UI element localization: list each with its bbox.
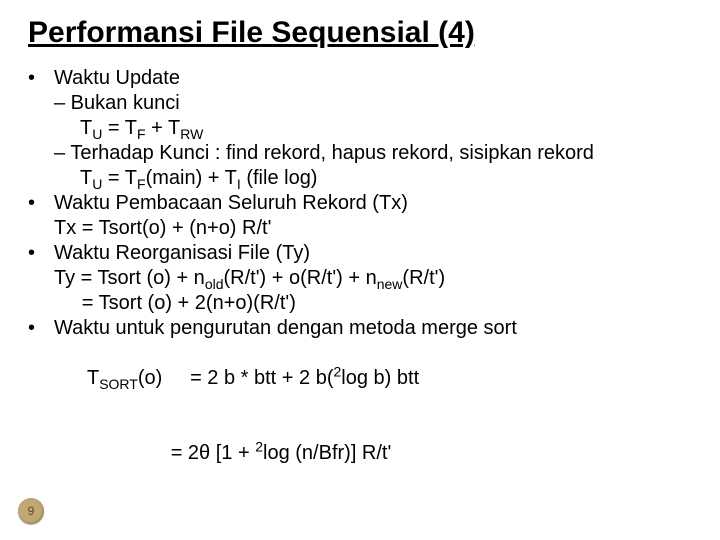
eq-part: (R/t') + o(R/t') + n xyxy=(224,267,377,289)
eq-part: (file log) xyxy=(241,167,318,189)
bullet-dot-icon xyxy=(28,191,54,216)
equation-tsort-1: TSORT(o) = 2 b * btt + 2 b(2log b) btt xyxy=(54,341,692,416)
bullet-waktu-reorganisasi: Waktu Reorganisasi File (Ty) xyxy=(28,241,692,266)
bullet-text: Waktu untuk pengurutan dengan metoda mer… xyxy=(54,316,692,341)
eq-part: T xyxy=(80,117,92,139)
eq-part: (o) = 2 b * btt + 2 b( xyxy=(138,367,334,389)
bullet-waktu-update: Waktu Update xyxy=(28,66,692,91)
sub-bukan-kunci: – Bukan kunci xyxy=(54,91,692,116)
eq-sub: U xyxy=(92,176,102,192)
eq-sub: SORT xyxy=(99,376,138,392)
equation-tu-1: TU = TF + TRW xyxy=(80,116,692,141)
slide-title: Performansi File Sequensial (4) xyxy=(28,16,692,50)
eq-sup: 2 xyxy=(255,438,263,454)
eq-part: T xyxy=(87,367,99,389)
bullet-dot-icon xyxy=(28,316,54,341)
eq-part: log b) btt xyxy=(341,367,419,389)
page-number-badge: 9 xyxy=(18,498,44,524)
bullet-dot-icon xyxy=(28,66,54,91)
eq-sub: RW xyxy=(180,126,203,142)
eq-sub: F xyxy=(137,126,146,142)
eq-part: (main) + T xyxy=(146,167,237,189)
eq-part: = T xyxy=(102,117,137,139)
eq-part: + T xyxy=(146,117,181,139)
equation-ty-1: Ty = Tsort (o) + nold(R/t') + o(R/t') + … xyxy=(54,266,692,291)
eq-part: log (n/Bfr)] R/t' xyxy=(263,442,391,464)
bullet-text: Waktu Pembacaan Seluruh Rekord (Tx) xyxy=(54,191,692,216)
eq-part: (R/t') xyxy=(402,267,445,289)
slide-content: Waktu Update – Bukan kunci TU = TF + TRW… xyxy=(28,66,692,491)
eq-part: = 2θ [1 + xyxy=(87,442,255,464)
equation-tsort-2: = 2θ [1 + 2log (n/Bfr)] R/t' xyxy=(54,416,692,491)
eq-sub: old xyxy=(205,276,224,292)
bullet-waktu-pembacaan: Waktu Pembacaan Seluruh Rekord (Tx) xyxy=(28,191,692,216)
equation-tu-2: TU = TF(main) + TI (file log) xyxy=(80,166,692,191)
eq-part: = T xyxy=(102,167,137,189)
bullet-text: Waktu Reorganisasi File (Ty) xyxy=(54,241,692,266)
bullet-text: Waktu Update xyxy=(54,66,692,91)
eq-sub: F xyxy=(137,176,146,192)
equation-tx: Tx = Tsort(o) + (n+o) R/t' xyxy=(54,216,692,241)
eq-part: Ty = Tsort (o) + n xyxy=(54,267,205,289)
equation-ty-2: = Tsort (o) + 2(n+o)(R/t') xyxy=(54,291,692,316)
eq-part: T xyxy=(80,167,92,189)
eq-sub: U xyxy=(92,126,102,142)
bullet-waktu-pengurutan: Waktu untuk pengurutan dengan metoda mer… xyxy=(28,316,692,341)
eq-sub: new xyxy=(377,276,403,292)
sub-terhadap-kunci: – Terhadap Kunci : find rekord, hapus re… xyxy=(54,141,692,166)
bullet-dot-icon xyxy=(28,241,54,266)
